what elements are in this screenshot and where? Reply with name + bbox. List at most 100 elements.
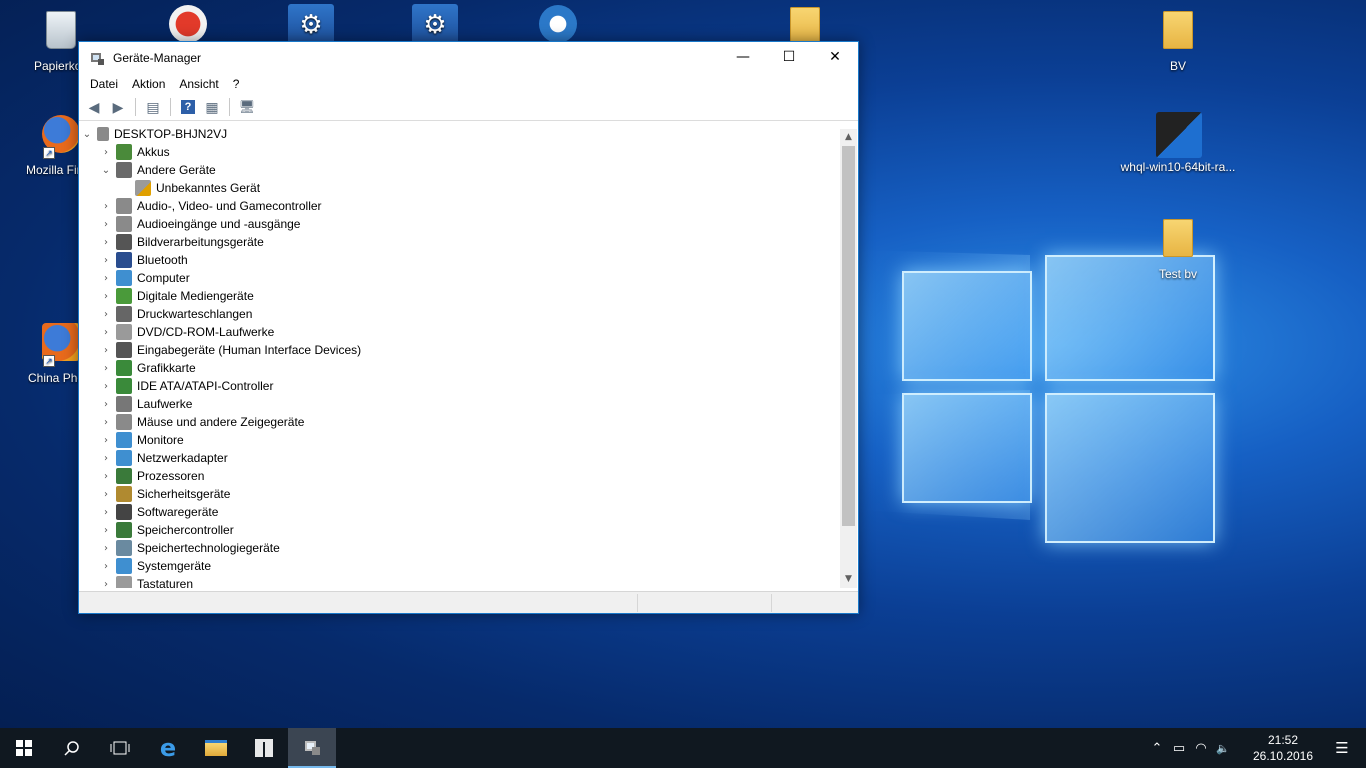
expand-chevron-icon[interactable]: › [99, 561, 113, 572]
expand-chevron-icon[interactable]: › [99, 489, 113, 500]
device-category-icon [116, 288, 132, 304]
scroll-down-button[interactable]: ▼ [840, 571, 857, 588]
store-button[interactable] [240, 728, 288, 768]
expand-chevron-icon[interactable]: › [99, 219, 113, 230]
expand-chevron-icon[interactable]: › [99, 201, 113, 212]
forward-button[interactable]: ▶ [107, 96, 129, 118]
back-button[interactable]: ◀ [83, 96, 105, 118]
tree-item[interactable]: › Softwaregeräte [80, 503, 842, 521]
help-button[interactable]: ? [177, 96, 199, 118]
tree-item-label: DVD/CD-ROM-Laufwerke [137, 325, 275, 339]
tree-item[interactable]: › Audioeingänge und -ausgänge [80, 215, 842, 233]
expand-chevron-icon[interactable]: › [99, 309, 113, 320]
expand-chevron-icon[interactable]: › [99, 525, 113, 536]
device-category-icon [116, 540, 132, 556]
minimize-button[interactable]: — [720, 42, 766, 72]
tree-item[interactable]: › Akkus [80, 143, 842, 161]
scroll-up-button[interactable]: ▲ [840, 129, 857, 146]
expand-chevron-icon[interactable]: › [99, 471, 113, 482]
expand-chevron-icon[interactable]: › [99, 381, 113, 392]
tree-item[interactable]: › DVD/CD-ROM-Laufwerke [80, 323, 842, 341]
menu-ansicht[interactable]: Ansicht [172, 77, 225, 91]
maximize-button[interactable]: ☐ [766, 42, 812, 72]
tree-item[interactable]: › Sicherheitsgeräte [80, 485, 842, 503]
expand-chevron-icon[interactable]: › [99, 273, 113, 284]
menu-aktion[interactable]: Aktion [125, 77, 172, 91]
tree-item[interactable]: › Tastaturen [80, 575, 842, 588]
device-category-icon [116, 216, 132, 232]
tree-item[interactable]: › Speichercontroller [80, 521, 842, 539]
clock[interactable]: 21:52 26.10.2016 [1248, 732, 1318, 764]
tree-item[interactable]: › Mäuse und andere Zeigegeräte [80, 413, 842, 431]
device-manager-button[interactable] [288, 728, 336, 768]
tree-item[interactable]: › Bildverarbeitungsgeräte [80, 233, 842, 251]
expand-chevron-icon[interactable]: › [99, 255, 113, 266]
explorer-button[interactable] [192, 728, 240, 768]
device-tree[interactable]: ⌄ DESKTOP-BHJN2VJ › Akkus ⌄ Andere Geräte Un… [80, 122, 842, 588]
desktop-icon-bv[interactable]: BV [1135, 8, 1221, 73]
tree-item-label: Audio-, Video- und Gamecontroller [137, 199, 322, 213]
device-category-icon [116, 342, 132, 358]
expand-chevron-icon[interactable]: › [99, 237, 113, 248]
device-manager-window[interactable]: Geräte-Manager — ☐ ✕ Datei Aktion Ansich… [78, 41, 859, 614]
expand-chevron-icon[interactable]: › [99, 507, 113, 518]
expand-chevron-icon[interactable]: › [99, 417, 113, 428]
notifications-icon[interactable]: ☰ [1318, 739, 1366, 757]
collapse-chevron-icon[interactable]: ⌄ [80, 129, 94, 140]
desktop-icon-test-bv[interactable]: Test bv [1135, 216, 1221, 281]
scroll-thumb[interactable] [842, 146, 855, 526]
search-button[interactable] [48, 728, 96, 768]
tree-item-label: Eingabegeräte (Human Interface Devices) [137, 343, 362, 357]
tree-item[interactable]: › Bluetooth [80, 251, 842, 269]
expand-chevron-icon[interactable]: › [99, 543, 113, 554]
volume-icon[interactable]: 🔈 [1212, 742, 1234, 755]
scan-hardware-button[interactable]: 🖥 [236, 96, 258, 118]
battery-icon[interactable]: ▭ [1168, 741, 1190, 756]
title-bar[interactable]: Geräte-Manager — ☐ ✕ [79, 42, 858, 74]
expand-chevron-icon[interactable]: › [99, 579, 113, 589]
tree-item[interactable]: › Eingabegeräte (Human Interface Devices) [80, 341, 842, 359]
vertical-scrollbar[interactable]: ▲ ▼ [840, 129, 857, 588]
update-driver-button[interactable]: ▦ [201, 96, 223, 118]
expand-chevron-icon[interactable]: › [99, 399, 113, 410]
tree-item[interactable]: › Digitale Mediengeräte [80, 287, 842, 305]
expand-chevron-icon[interactable]: › [99, 147, 113, 158]
tree-child-item[interactable]: Unbekanntes Gerät [80, 179, 842, 197]
tree-item[interactable]: › Netzwerkadapter [80, 449, 842, 467]
menu-help[interactable]: ? [226, 77, 247, 91]
tree-item[interactable]: › Computer [80, 269, 842, 287]
expand-chevron-icon[interactable]: › [99, 435, 113, 446]
task-view-icon [110, 741, 130, 755]
expand-chevron-icon[interactable]: › [99, 345, 113, 356]
tree-item[interactable]: › IDE ATA/ATAPI-Controller [80, 377, 842, 395]
tree-item[interactable]: › Prozessoren [80, 467, 842, 485]
menu-datei[interactable]: Datei [83, 77, 125, 91]
tree-item[interactable]: ⌄ Andere Geräte [80, 161, 842, 179]
tree-item[interactable]: › Monitore [80, 431, 842, 449]
tree-item-label: Monitore [137, 433, 184, 447]
tree-item[interactable]: › Laufwerke [80, 395, 842, 413]
network-icon[interactable]: ◠ [1190, 741, 1212, 756]
device-category-icon [116, 576, 132, 588]
expand-chevron-icon[interactable]: › [99, 453, 113, 464]
properties-button[interactable]: ▤ [142, 96, 164, 118]
task-view-button[interactable] [96, 728, 144, 768]
tree-item[interactable]: › Systemgeräte [80, 557, 842, 575]
tree-item[interactable]: › Grafikkarte [80, 359, 842, 377]
tree-item[interactable]: › Druckwarteschlangen [80, 305, 842, 323]
collapse-chevron-icon[interactable]: ⌄ [99, 165, 113, 176]
expand-chevron-icon[interactable]: › [99, 327, 113, 338]
expand-chevron-icon[interactable]: › [99, 363, 113, 374]
tree-item[interactable]: › Audio-, Video- und Gamecontroller [80, 197, 842, 215]
folder-icon [1163, 219, 1193, 257]
tray-overflow-chevron-icon[interactable]: ⌃ [1146, 741, 1168, 756]
system-tray: ⌃ ▭ ◠ 🔈 21:52 26.10.2016 ☰ [1146, 728, 1366, 768]
desktop-icon-whql[interactable]: whql-win10-64bit-ra... [1110, 112, 1246, 174]
tree-item-label: Speichertechnologiegeräte [137, 541, 280, 555]
close-button[interactable]: ✕ [812, 42, 858, 72]
tree-item[interactable]: › Speichertechnologiegeräte [80, 539, 842, 557]
tree-root[interactable]: ⌄ DESKTOP-BHJN2VJ [80, 125, 842, 143]
expand-chevron-icon[interactable]: › [99, 291, 113, 302]
edge-button[interactable]: e [144, 728, 192, 768]
start-button[interactable] [0, 728, 48, 768]
